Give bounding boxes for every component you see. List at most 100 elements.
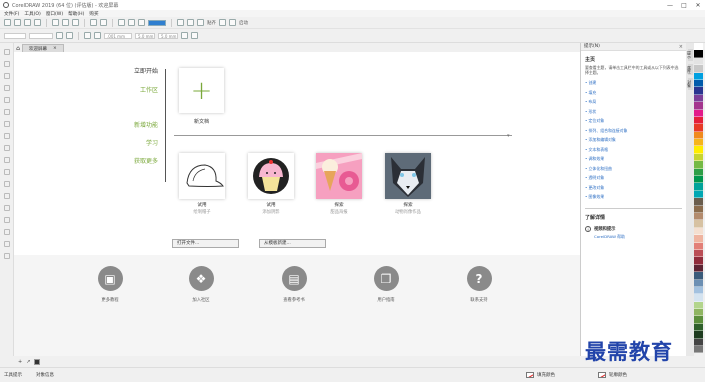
color-swatch[interactable] xyxy=(694,57,703,66)
hint-topic-link[interactable]: • 定位对象 xyxy=(585,116,682,126)
color-swatch[interactable] xyxy=(694,161,703,169)
nav-workspace[interactable]: 工作区 xyxy=(140,85,158,94)
hint-topic-link[interactable]: • 排列、组合和连接对象 xyxy=(585,126,682,136)
import-icon[interactable] xyxy=(118,19,125,26)
nudge-distance-field[interactable]: .001 mm xyxy=(104,32,132,39)
eyedropper-icon[interactable] xyxy=(3,217,10,223)
menu-tools[interactable]: 工具(O) xyxy=(24,11,40,17)
hint-topic-link[interactable]: • 图像效果 xyxy=(585,192,682,202)
open-file-button[interactable]: 打开文件... xyxy=(172,239,239,248)
rulers-icon[interactable] xyxy=(187,19,194,26)
color-swatch[interactable] xyxy=(694,198,703,206)
learn-more-item[interactable]: i 视频和提示 CorelDRAW 帮助 xyxy=(581,223,686,243)
drop-shadow-icon[interactable] xyxy=(3,193,10,199)
color-swatch[interactable] xyxy=(694,257,703,265)
nav-get-started[interactable]: 立即开始 xyxy=(134,66,158,75)
units-icon[interactable] xyxy=(84,32,91,39)
color-swatch[interactable] xyxy=(694,331,703,339)
hint-topic-link[interactable]: • 立体化和扭曲 xyxy=(585,164,682,174)
color-swatch[interactable] xyxy=(694,294,703,302)
menu-help[interactable]: 帮助(H) xyxy=(68,11,84,17)
pick-color-icon[interactable]: ↗ xyxy=(26,359,30,365)
nudge-icon[interactable] xyxy=(94,32,101,39)
text-tool-icon[interactable] xyxy=(3,157,10,163)
menu-buy[interactable]: 购买 xyxy=(89,11,98,17)
new-document-icon[interactable] xyxy=(4,19,11,26)
zoom-tool-icon[interactable] xyxy=(3,85,10,91)
color-swatch[interactable] xyxy=(694,146,703,154)
crop-tool-icon[interactable] xyxy=(3,73,10,79)
color-swatch[interactable] xyxy=(694,50,703,58)
color-swatch[interactable] xyxy=(694,212,703,221)
launch-icon[interactable] xyxy=(229,19,236,26)
color-swatch[interactable] xyxy=(694,286,703,295)
cut-icon[interactable] xyxy=(52,19,59,26)
add-page-icon[interactable]: + xyxy=(18,359,22,365)
duplicate-x-field[interactable]: 5.0 mm xyxy=(135,32,155,39)
outline-color-indicator[interactable]: 轮廓颜色 xyxy=(598,372,627,378)
polygon-tool-icon[interactable] xyxy=(3,145,10,151)
contact-support-link[interactable]: ? 联系支持 xyxy=(449,266,509,303)
join-community-link[interactable]: ❖ 加入社区 xyxy=(171,266,231,303)
color-swatch[interactable] xyxy=(694,124,703,132)
color-swatch[interactable] xyxy=(694,139,703,147)
menu-file[interactable]: 文件(F) xyxy=(4,11,19,17)
hint-topic-link[interactable]: • 添加和编辑对象 xyxy=(585,135,682,145)
color-swatch[interactable] xyxy=(694,176,703,184)
color-swatch[interactable] xyxy=(694,249,703,258)
nav-whats-new[interactable]: 新增功能 xyxy=(134,120,158,129)
learn-item-link[interactable]: CorelDRAW 帮助 xyxy=(594,234,625,240)
shape-tool-icon[interactable] xyxy=(3,61,10,67)
color-swatch[interactable] xyxy=(694,168,703,177)
parallel-dimension-icon[interactable] xyxy=(3,169,10,175)
add-icon[interactable] xyxy=(191,32,198,39)
color-swatch[interactable] xyxy=(694,102,703,110)
color-swatch[interactable] xyxy=(694,116,703,125)
gear-icon[interactable] xyxy=(219,19,226,26)
color-swatch[interactable] xyxy=(694,242,703,250)
color-swatch[interactable] xyxy=(694,205,703,213)
maximize-button[interactable]: □ xyxy=(677,0,691,10)
nav-get-more[interactable]: 获取更多 xyxy=(134,156,158,165)
zoom-level-field[interactable] xyxy=(148,19,166,26)
menu-window[interactable]: 窗口(W) xyxy=(46,11,63,17)
connector-tool-icon[interactable] xyxy=(3,181,10,187)
open-icon[interactable] xyxy=(14,19,21,26)
chevron-down-icon[interactable]: ▾ xyxy=(507,133,510,139)
landscape-icon[interactable] xyxy=(66,32,73,39)
page-dimension-field[interactable] xyxy=(29,32,53,39)
paste-icon[interactable] xyxy=(72,19,79,26)
interactive-fill-icon[interactable] xyxy=(3,229,10,235)
color-swatch[interactable] xyxy=(694,309,703,317)
hint-topic-link[interactable]: • 创建 xyxy=(585,78,682,88)
user-guide-link[interactable]: ❐ 用户指南 xyxy=(356,266,416,303)
color-swatch[interactable] xyxy=(694,94,703,103)
card-draw-hat[interactable]: 试用 绘制帽子 xyxy=(179,153,225,215)
color-swatch[interactable] xyxy=(694,72,703,80)
tab-hints[interactable]: 提示 xyxy=(687,49,693,61)
redo-icon[interactable] xyxy=(100,19,107,26)
tab-close-icon[interactable]: × xyxy=(53,46,57,51)
color-swatch[interactable] xyxy=(694,279,703,287)
hint-topic-link[interactable]: • 布局 xyxy=(585,97,682,107)
smart-fill-icon[interactable] xyxy=(3,241,10,247)
color-swatch[interactable] xyxy=(694,87,703,95)
export-icon[interactable] xyxy=(128,19,135,26)
publish-pdf-icon[interactable] xyxy=(138,19,145,26)
docker-close-icon[interactable]: × xyxy=(679,43,683,51)
more-tutorials-link[interactable]: ▣ 更多教程 xyxy=(80,266,140,303)
save-icon[interactable] xyxy=(24,19,31,26)
launch-dropdown[interactable]: 启动 xyxy=(239,20,248,26)
color-swatch[interactable] xyxy=(694,43,703,51)
color-swatch[interactable] xyxy=(694,109,703,117)
color-swatch[interactable] xyxy=(694,131,703,140)
color-swatch[interactable] xyxy=(694,338,703,347)
new-from-template-button[interactable]: 从模板新建... xyxy=(259,239,326,248)
home-icon[interactable]: ⌂ xyxy=(14,44,22,52)
reference-guide-link[interactable]: ▤ 查看参考书 xyxy=(264,266,324,303)
color-swatch[interactable] xyxy=(694,183,703,191)
color-swatch[interactable] xyxy=(694,316,703,324)
artistic-media-icon[interactable] xyxy=(3,109,10,115)
minimize-button[interactable]: — xyxy=(663,0,677,10)
document-palette-swatch[interactable] xyxy=(34,358,41,365)
